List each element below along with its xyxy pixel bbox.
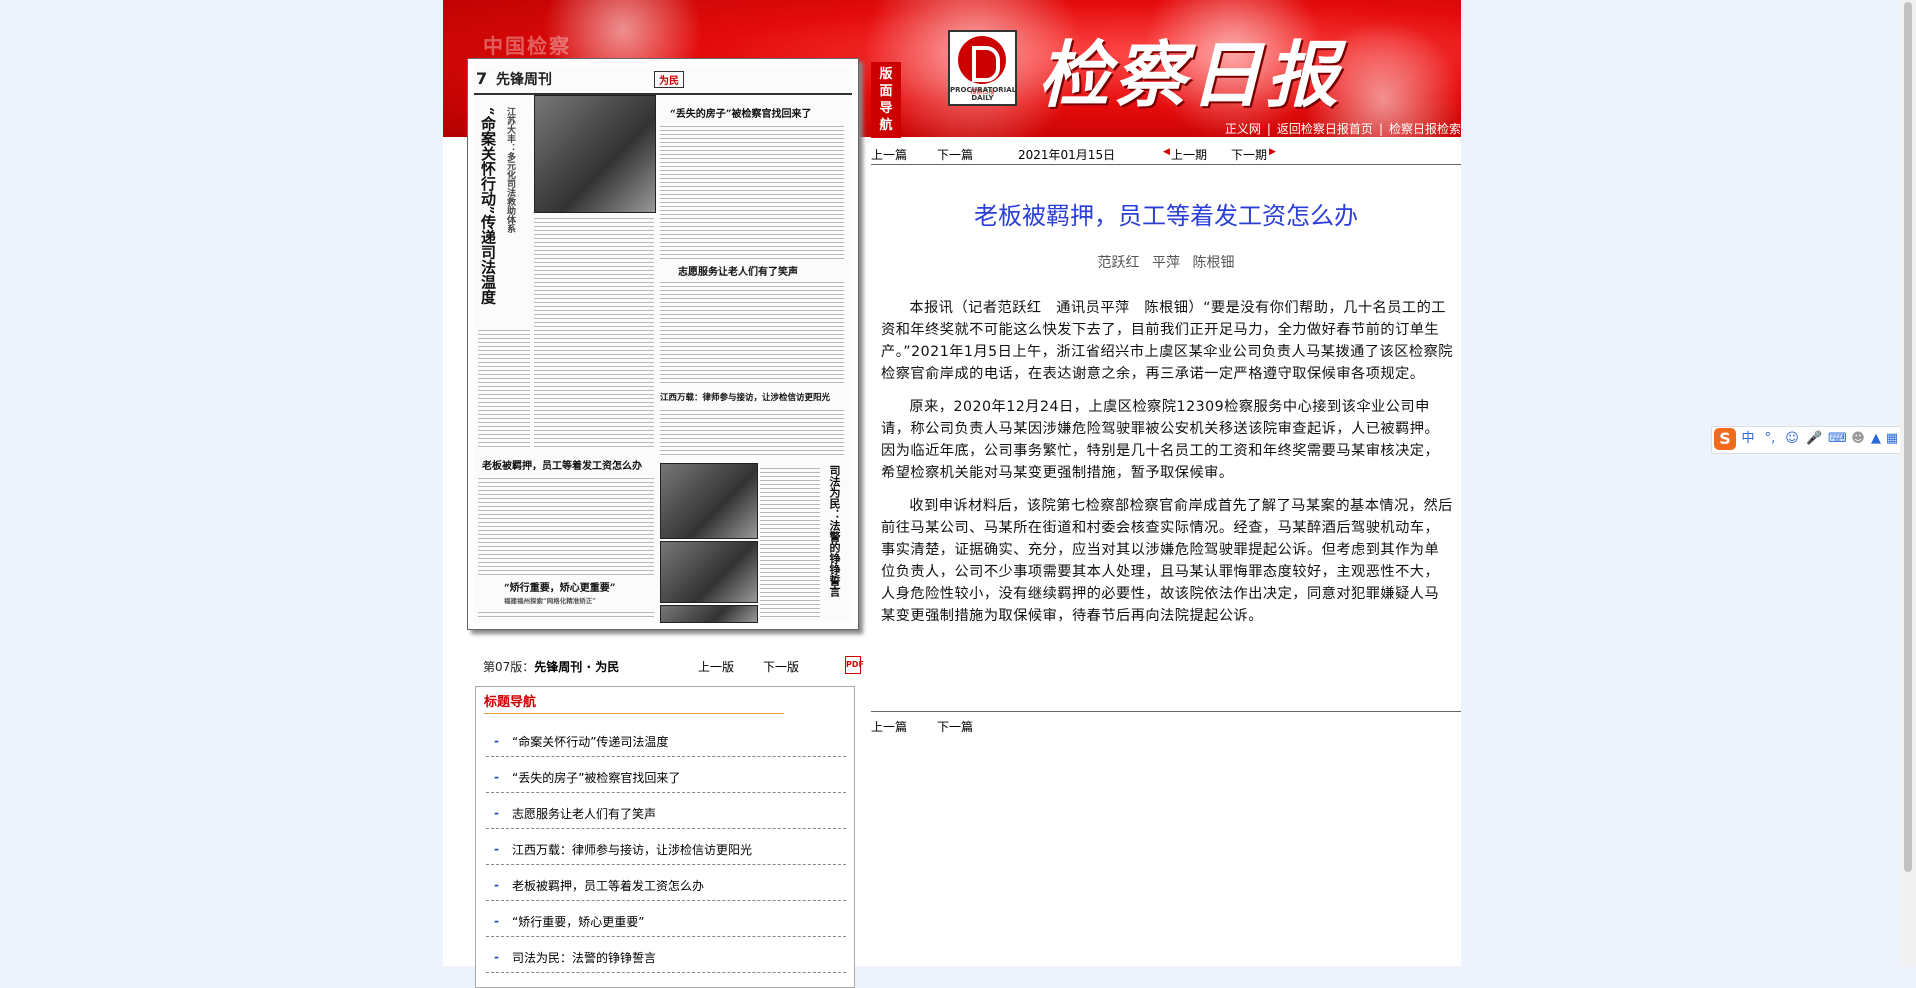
thumb-subheadline-vertical: 江苏大丰：多元化司法救助体系	[505, 107, 515, 233]
prev-article-button[interactable]: 上一篇	[871, 146, 907, 163]
article-title: 老板被羁押，员工等着发工资怎么办	[974, 202, 1358, 230]
title-nav-link[interactable]: “命案关怀行动”传递司法温度	[512, 733, 668, 750]
next-article-button-bottom[interactable]: 下一篇	[937, 718, 973, 735]
title-nav-link[interactable]: 志愿服务让老人们有了笑声	[512, 805, 656, 822]
thumb-headline-4[interactable]: 老板被羁押，员工等着发工资怎么办	[482, 457, 642, 472]
bullet-icon: -	[494, 806, 499, 820]
user-icon[interactable]: ☻	[1850, 431, 1866, 447]
list-item: - “丢失的房子”被检察官找回来了	[486, 757, 846, 793]
prev-issue-button[interactable]: 上一期	[1171, 146, 1207, 163]
article-paragraph: 本报讯（记者范跃红 通讯员平萍 陈根钿）“要是没有你们帮助，几十名员工的工资和年…	[881, 300, 1453, 382]
title-navigation: 标题导航 - “命案关怀行动”传递司法温度 - “丢失的房子”被检察官找回来了 -志…	[475, 686, 855, 988]
ime-toolbar[interactable]: S 中 °, ☺ 🎤 ⌨ ☻ ▲ ▦	[1711, 426, 1903, 454]
title-nav-link[interactable]: 司法为民：法警的铮铮誓言	[512, 949, 656, 966]
page-label-name: 先锋周刊 · 为民	[534, 660, 620, 674]
link-home[interactable]: 返回检察日报首页	[1277, 122, 1373, 136]
newspaper-page-thumbnail[interactable]: 7 先锋周刊 为民 “命案关怀行动”传递司法温度 江苏大丰：多元化司法救助体系 …	[467, 58, 859, 630]
article-nav-bar: 上一篇 下一篇 2021年01月15日 ◀ 上一期 下一期 ▶	[871, 140, 1461, 165]
list-item: - 志愿服务让老人们有了笑声	[486, 793, 846, 829]
arrow-left-icon: ◀	[1163, 147, 1170, 157]
thumb-photo-3	[660, 541, 758, 603]
title-nav-divider	[484, 713, 784, 714]
bullet-icon: -	[494, 914, 499, 928]
bullet-icon: -	[494, 878, 499, 892]
faint-logo: 中国检察	[483, 34, 571, 58]
page-nav-label: 版面导航	[871, 62, 901, 138]
thumb-headline-1[interactable]: “丢失的房子”被检察官找回来了	[670, 105, 812, 120]
pdf-icon[interactable]: PDF	[845, 656, 864, 674]
thumb-headline-5[interactable]: “矫行重要，矫心更重要”	[504, 579, 616, 594]
list-item: - “矫行重要，矫心更重要”	[486, 901, 846, 937]
next-page-button[interactable]: 下一版	[763, 658, 799, 675]
arrow-right-icon: ▶	[1269, 147, 1276, 157]
page-label-prefix: 第07版：	[483, 660, 535, 674]
link-search[interactable]: 检察日报检索	[1389, 122, 1461, 136]
article-authors: 范跃红 平萍 陈根钿	[1097, 255, 1235, 271]
list-item: - 江西万载：律师参与接访，让涉检信访更阳光	[486, 829, 846, 865]
title-nav-list: - “命案关怀行动”传递司法温度 - “丢失的房子”被检察官找回来了 - 志愿服务让老…	[486, 721, 846, 973]
title-nav-link[interactable]: “丢失的房子”被检察官找回来了	[512, 769, 680, 786]
article-body: 本报讯（记者范跃红 通讯员平萍 陈根钿）“要是没有你们帮助，几十名员工的工资和年…	[881, 297, 1453, 638]
title-nav-link[interactable]: 老板被羁押，员工等着发工资怎么办	[512, 877, 704, 894]
page-label: 第07版：先锋周刊 · 为民	[483, 658, 619, 675]
prev-page-button[interactable]: 上一版	[698, 658, 734, 675]
bullet-icon: -	[494, 770, 499, 784]
ime-mode-toggle[interactable]: 中	[1740, 431, 1756, 447]
issue-date: 2021年01月15日	[1018, 148, 1116, 162]
skin-icon[interactable]: ▲	[1868, 431, 1884, 447]
page-brand: 先锋周刊	[496, 72, 552, 88]
thumb-photo-1	[534, 95, 656, 213]
link-zhengyi[interactable]: 正义网	[1225, 122, 1261, 136]
masthead-title: 检察日报	[1038, 32, 1343, 117]
list-item: - 老板被羁押，员工等着发工资怎么办	[486, 865, 846, 901]
title-nav-link[interactable]: 江西万载：律师参与接访，让涉检信访更阳光	[512, 841, 752, 858]
page-scrollbar[interactable]	[1900, 0, 1916, 966]
thumb-photo-2	[660, 463, 758, 539]
list-item: - 司法为民：法警的铮铮誓言	[486, 937, 846, 973]
page-number: 7	[476, 69, 488, 88]
next-article-button[interactable]: 下一篇	[937, 146, 973, 163]
article-paragraph: 收到申诉材料后，该院第七检察部检察官俞岸成首先了解了马某案的基本情况，然后前往马…	[881, 498, 1453, 624]
title-nav-heading: 标题导航	[484, 695, 537, 710]
page-head: 7 先锋周刊 为民	[474, 65, 852, 95]
procuratorate-p-icon	[958, 36, 1006, 84]
bullet-icon: -	[494, 734, 499, 748]
thumb-headline-2[interactable]: 志愿服务让老人们有了笑声	[678, 263, 798, 278]
page-bar: 第07版：先锋周刊 · 为民 上一版 下一版 PDF	[483, 656, 864, 676]
header-links: 正义网 | 返回检察日报首页 | 检察日报检索	[1224, 122, 1461, 136]
bullet-icon: -	[494, 842, 499, 856]
page-section-tag: 为民	[654, 71, 684, 88]
newspaper-logo[interactable]: 检察日报 PROCURATORIAL DAILY	[948, 30, 1017, 106]
title-nav-link[interactable]: “矫行重要，矫心更重要”	[512, 913, 644, 930]
page-wrapper: 中国检察 检察日报 PROCURATORIAL DAILY 检察日报 正义网 | 返…	[443, 0, 1461, 988]
thumb-photo-4	[660, 605, 758, 623]
article-footer-nav: 上一篇 下一篇	[871, 711, 1461, 735]
page-nav-text: 版面导航	[879, 67, 893, 133]
keyboard-icon[interactable]: ⌨	[1828, 431, 1847, 447]
thumb-headline-5-sub: 福建福州探索“网格化精准矫正”	[504, 597, 596, 605]
microphone-icon[interactable]: 🎤	[1806, 431, 1822, 447]
punctuation-icon[interactable]: °,	[1762, 431, 1778, 447]
thumb-headline-vertical-side[interactable]: 司法为民：法警的铮铮誓言	[826, 465, 842, 615]
grid-icon[interactable]: ▦	[1884, 431, 1900, 447]
scrollbar-thumb[interactable]	[1904, 2, 1912, 872]
bullet-icon: -	[494, 950, 499, 964]
list-item: - “命案关怀行动”传递司法温度	[486, 721, 846, 757]
next-issue-button[interactable]: 下一期	[1231, 146, 1267, 163]
prev-article-button-bottom[interactable]: 上一篇	[871, 718, 907, 735]
logo-caption-en: PROCURATORIAL DAILY	[950, 86, 1017, 102]
thumb-headline-vertical[interactable]: “命案关怀行动”传递司法温度	[478, 107, 499, 317]
sogou-logo-icon[interactable]: S	[1714, 428, 1736, 450]
emoji-icon[interactable]: ☺	[1784, 431, 1800, 447]
thumb-headline-3[interactable]: 江西万载：律师参与接访，让涉检信访更阳光	[660, 391, 830, 403]
article-paragraph: 原来，2020年12月24日，上虞区检察院12309检察服务中心接到该伞业公司申…	[881, 399, 1440, 481]
